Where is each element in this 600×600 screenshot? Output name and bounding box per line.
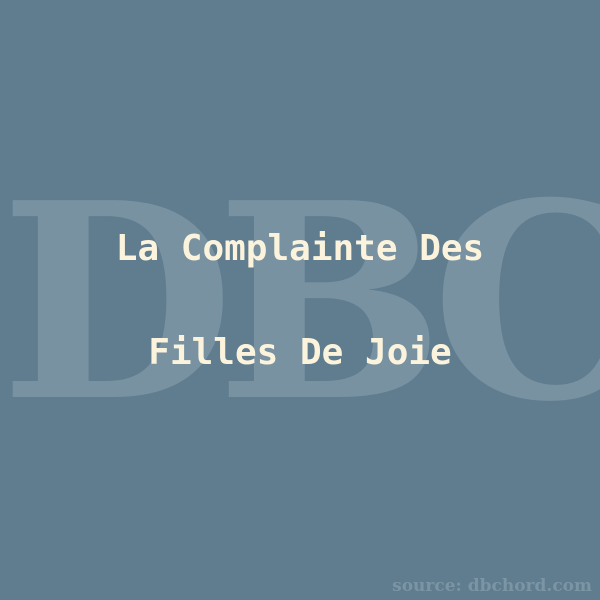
source-credit: source: dbchord.com [392,576,592,596]
song-title-line-1: La Complainte Des [115,228,485,269]
song-title-card: DBC La Complainte Des Filles De Joie sou… [0,0,600,600]
dbc-watermark-logo: DBC [0,143,600,461]
song-title-line-2: Filles De Joie [148,332,452,373]
